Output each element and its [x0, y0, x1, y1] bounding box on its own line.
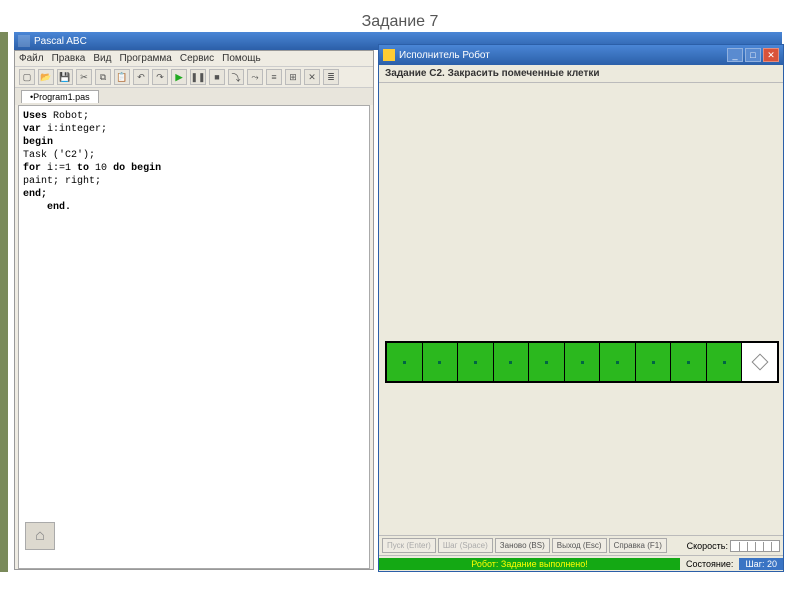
- menu-file[interactable]: Файл: [19, 53, 44, 64]
- robot-cell: [742, 343, 777, 381]
- toolbar: ▢ 📂 💾 ✂ ⧉ 📋 ↶ ↷ ▶ ❚❚ ■ ⤵ ⤳ ≡ ⊞ ✕ ≣: [15, 66, 373, 88]
- tool2-icon[interactable]: ⊞: [285, 69, 301, 85]
- painted-cell: [707, 343, 743, 381]
- robot-field: [379, 83, 783, 535]
- menu-program[interactable]: Программа: [119, 53, 171, 64]
- editor-window: Файл Правка Вид Программа Сервис Помощь …: [14, 50, 374, 570]
- status-bar: Робот: Задание выполнено! Состояние: Шаг…: [379, 555, 783, 571]
- speed-slider[interactable]: [730, 540, 780, 552]
- tool4-icon[interactable]: ≣: [323, 69, 339, 85]
- menu-bar[interactable]: Файл Правка Вид Программа Сервис Помощь: [15, 51, 373, 66]
- painted-cell: [565, 343, 601, 381]
- home-icon[interactable]: ⌂: [25, 522, 55, 550]
- exit-button[interactable]: Выход (Esc): [552, 538, 607, 553]
- robot-toolbar: Пуск (Enter) Шаг (Space) Заново (BS) Вых…: [379, 535, 783, 555]
- robot-title-text: Исполнитель Робот: [399, 50, 490, 61]
- painted-cell: [671, 343, 707, 381]
- painted-cell: [529, 343, 565, 381]
- help-button[interactable]: Справка (F1): [609, 538, 667, 553]
- undo-icon[interactable]: ↶: [133, 69, 149, 85]
- painted-cell: [600, 343, 636, 381]
- status-message: Робот: Задание выполнено!: [379, 558, 680, 570]
- step-button: Шаг (Space): [438, 538, 493, 553]
- painted-cell: [494, 343, 530, 381]
- run-icon[interactable]: ▶: [171, 69, 187, 85]
- status-state: Состояние:: [680, 559, 739, 569]
- paste-icon[interactable]: 📋: [114, 69, 130, 85]
- painted-cell: [387, 343, 423, 381]
- stepover-icon[interactable]: ⤳: [247, 69, 263, 85]
- minimize-icon[interactable]: _: [727, 48, 743, 62]
- open-icon[interactable]: 📂: [38, 69, 54, 85]
- tab-program1[interactable]: •Program1.pas: [21, 90, 99, 103]
- app-icon: [18, 35, 30, 47]
- menu-edit[interactable]: Правка: [52, 53, 86, 64]
- close-icon[interactable]: ✕: [763, 48, 779, 62]
- menu-view[interactable]: Вид: [93, 53, 111, 64]
- pause-icon[interactable]: ❚❚: [190, 69, 206, 85]
- tab-strip: •Program1.pas: [15, 88, 373, 105]
- robot-app-icon: [383, 49, 395, 61]
- robot-window: Исполнитель Робот _ □ ✕ Задание C2. Закр…: [378, 44, 784, 572]
- editor-title: Pascal ABC: [34, 36, 87, 47]
- task-label: Задание C2. Закрасить помеченные клетки: [379, 65, 783, 83]
- menu-service[interactable]: Сервис: [180, 53, 214, 64]
- redo-icon[interactable]: ↷: [152, 69, 168, 85]
- reset-button[interactable]: Заново (BS): [495, 538, 550, 553]
- robot-grid: [385, 341, 779, 383]
- code-editor[interactable]: Uses Robot; var i:integer; begin Task ('…: [18, 105, 370, 569]
- copy-icon[interactable]: ⧉: [95, 69, 111, 85]
- maximize-icon[interactable]: □: [745, 48, 761, 62]
- robot-titlebar: Исполнитель Робот _ □ ✕: [379, 45, 783, 65]
- cut-icon[interactable]: ✂: [76, 69, 92, 85]
- save-icon[interactable]: 💾: [57, 69, 73, 85]
- speed-label: Скорость:: [687, 541, 728, 551]
- tool3-icon[interactable]: ✕: [304, 69, 320, 85]
- new-icon[interactable]: ▢: [19, 69, 35, 85]
- menu-help[interactable]: Помощь: [222, 53, 261, 64]
- painted-cell: [458, 343, 494, 381]
- painted-cell: [636, 343, 672, 381]
- start-button: Пуск (Enter): [382, 538, 436, 553]
- slide-title: Задание 7: [0, 13, 800, 31]
- step-icon[interactable]: ⤵: [228, 69, 244, 85]
- painted-cell: [423, 343, 459, 381]
- status-step: Шаг: 20: [739, 558, 783, 570]
- tool-icon[interactable]: ≡: [266, 69, 282, 85]
- stop-icon[interactable]: ■: [209, 69, 225, 85]
